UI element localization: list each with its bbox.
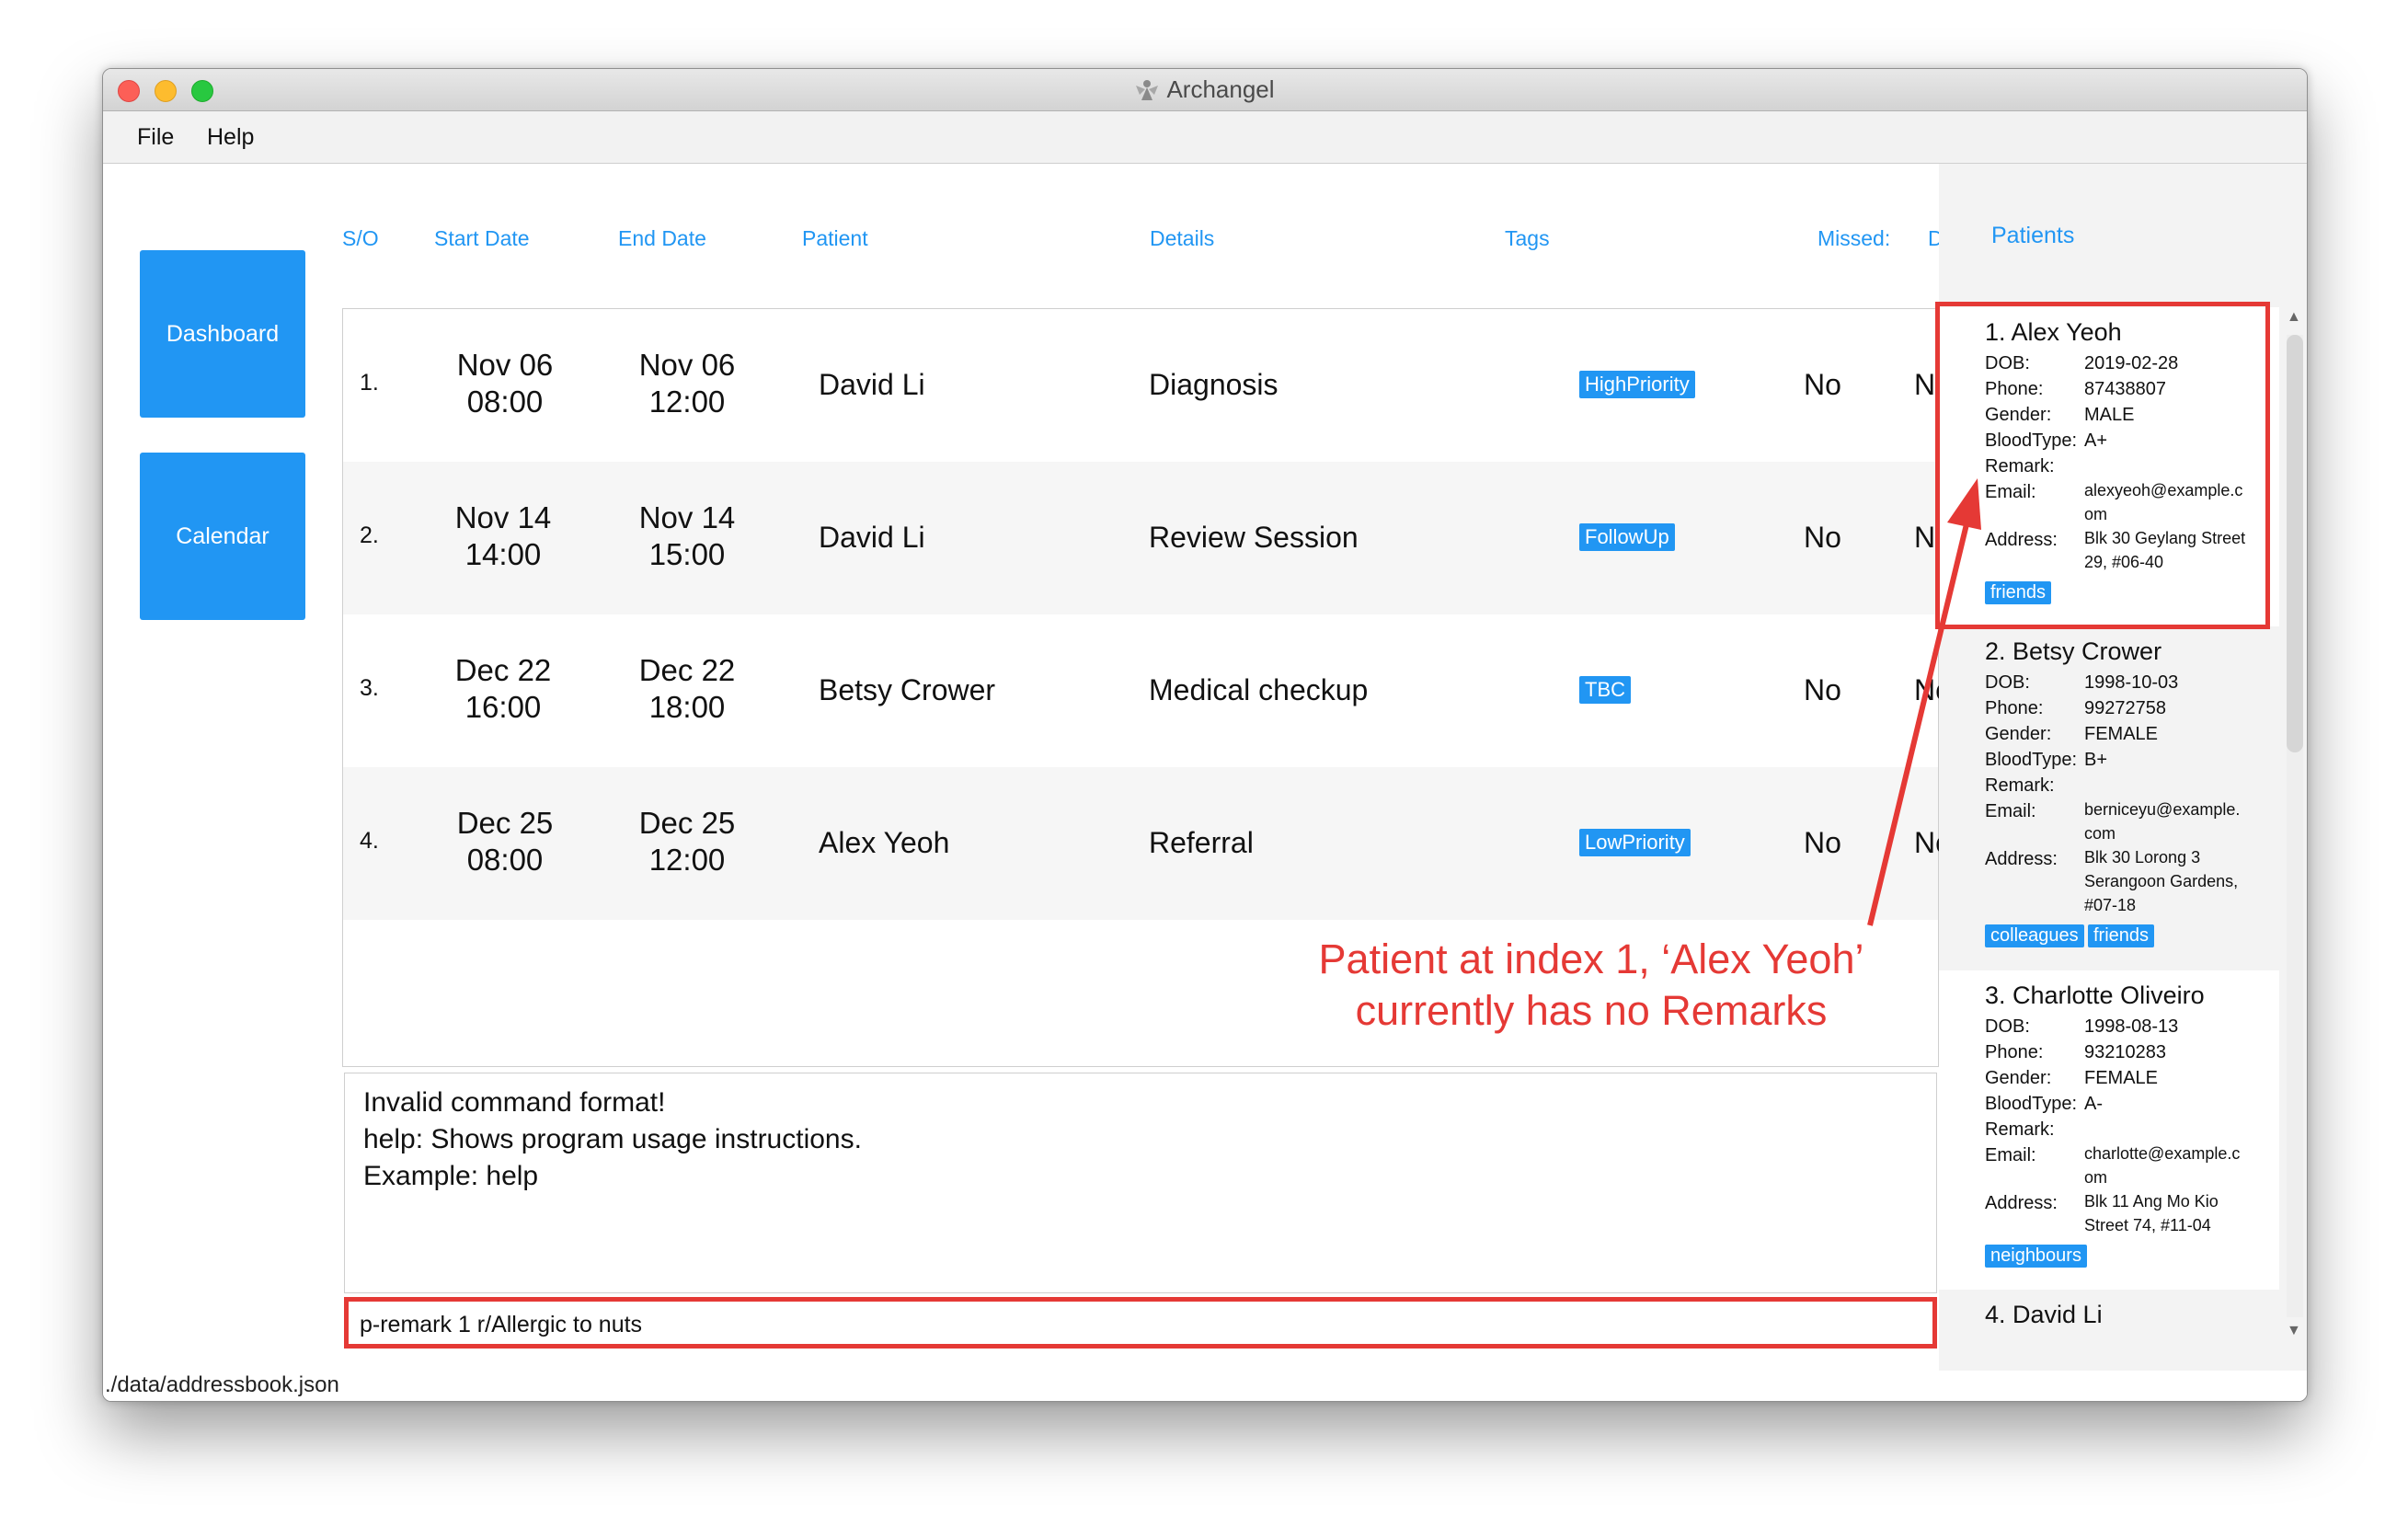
annotation-arrow [1867,478,1981,926]
arrow-head-icon [1947,478,1981,530]
annotation-text: Patient at index 1, ‘Alex Yeoh’ currentl… [1318,935,1864,1034]
